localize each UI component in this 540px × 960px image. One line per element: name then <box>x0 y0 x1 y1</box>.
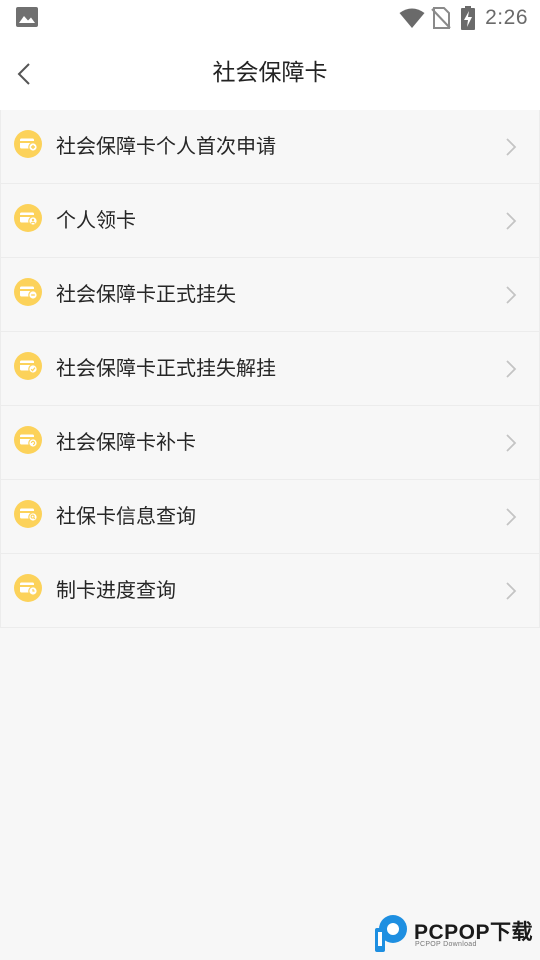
chevron-right-icon <box>506 212 517 230</box>
chevron-right-icon <box>506 138 517 156</box>
battery-charging-icon <box>461 6 476 30</box>
status-bar: 2:26 <box>0 0 540 36</box>
menu-item-label: 社会保障卡正式挂失解挂 <box>56 356 276 380</box>
card-replace-icon <box>14 426 42 454</box>
menu-item-card-info-query[interactable]: 社保卡信息查询 <box>1 480 539 554</box>
card-unlock-icon <box>14 352 42 380</box>
menu-item-replace-card[interactable]: 社会保障卡补卡 <box>1 406 539 480</box>
menu-item-label: 个人领卡 <box>56 208 136 232</box>
chevron-right-icon <box>506 434 517 452</box>
menu-item-label: 社会保障卡补卡 <box>56 430 196 454</box>
menu-item-cancel-loss-report[interactable]: 社会保障卡正式挂失解挂 <box>1 332 539 406</box>
app-header: 社会保障卡 <box>0 36 540 110</box>
menu-item-report-loss[interactable]: 社会保障卡正式挂失 <box>1 258 539 332</box>
chevron-right-icon <box>506 286 517 304</box>
menu-item-label: 社会保障卡正式挂失 <box>56 282 236 306</box>
card-info-icon <box>14 500 42 528</box>
pcpop-logo-icon <box>375 915 407 952</box>
card-person-icon <box>14 204 42 232</box>
chevron-right-icon <box>506 508 517 526</box>
watermark-subtitle: PCPOP Download <box>415 941 477 948</box>
card-add-icon <box>14 130 42 158</box>
chevron-right-icon <box>506 582 517 600</box>
card-progress-icon <box>14 574 42 602</box>
clock: 2:26 <box>485 6 528 29</box>
menu-item-card-progress-query[interactable]: 制卡进度查询 <box>1 554 539 628</box>
pcpop-watermark: PCPOP下载 PCPOP Download <box>374 912 540 956</box>
chevron-right-icon <box>506 360 517 378</box>
menu-item-label: 制卡进度查询 <box>56 578 176 602</box>
menu-item-label: 社会保障卡个人首次申请 <box>56 134 276 158</box>
menu-item-first-application[interactable]: 社会保障卡个人首次申请 <box>1 110 539 184</box>
page-title: 社会保障卡 <box>212 60 328 86</box>
menu-item-label: 社保卡信息查询 <box>56 504 196 528</box>
card-report-loss-icon <box>14 278 42 306</box>
menu-item-collect-card[interactable]: 个人领卡 <box>1 184 539 258</box>
wifi-icon <box>399 8 425 28</box>
menu-list: 社会保障卡个人首次申请 个人领卡 社会保障卡正式挂失 社会保障卡正式挂失解挂 社… <box>0 110 540 628</box>
no-sim-icon <box>431 7 451 29</box>
image-notification-icon <box>16 7 38 27</box>
